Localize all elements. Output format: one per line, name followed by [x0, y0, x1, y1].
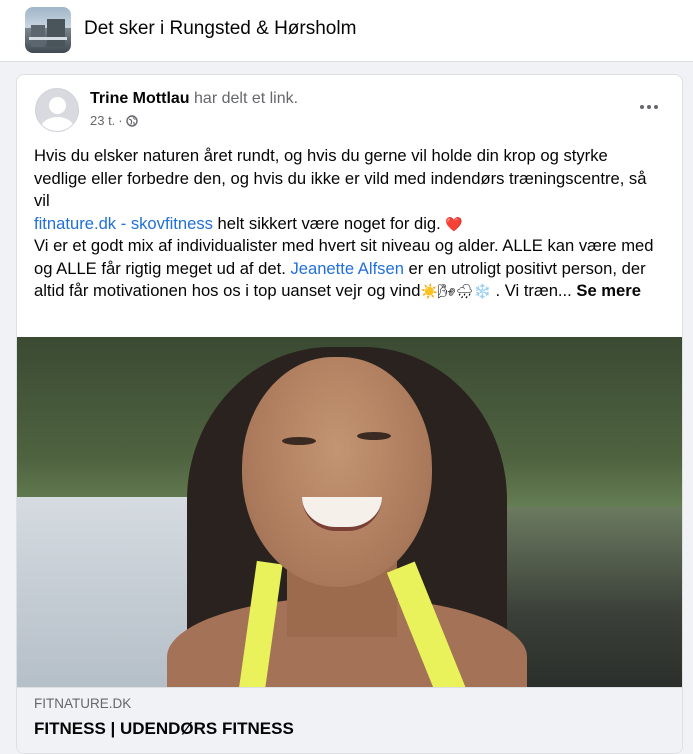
heart-emoji: ❤️	[445, 215, 463, 232]
link-preview-image[interactable]	[17, 337, 682, 687]
post-text: Hvis du elsker naturen året rundt, og hv…	[34, 145, 659, 303]
post-text-line2: helt sikkert være noget for dig.	[212, 213, 446, 233]
post-author-line: Trine Mottlau har delt et link.	[90, 90, 298, 108]
see-more-link[interactable]: Se mere	[576, 281, 641, 300]
fitnature-link[interactable]: fitnature.dk - skovfitness	[34, 214, 213, 233]
post-text-para2-end: . Vi træn...	[490, 281, 577, 300]
group-title[interactable]: Det sker i Rungsted & Hørsholm	[84, 18, 356, 40]
link-preview-caption[interactable]: FITNATURE.DK FITNESS | UDENDØRS FITNESS	[17, 687, 682, 753]
group-cover-thumbnail[interactable]	[25, 7, 71, 53]
more-options-icon	[640, 105, 644, 109]
mention-jeanette[interactable]: Jeanette Alfsen	[290, 259, 403, 278]
more-options-button[interactable]	[634, 97, 664, 117]
group-header: Det sker i Rungsted & Hørsholm	[0, 0, 693, 62]
avatar[interactable]	[35, 88, 79, 132]
post-card: Trine Mottlau har delt et link. 23 t. · …	[16, 74, 683, 754]
globe-icon	[125, 114, 138, 127]
link-domain: FITNATURE.DK	[34, 696, 132, 711]
post-text-line1: Hvis du elsker naturen året rundt, og hv…	[34, 146, 647, 210]
post-meta: 23 t. ·	[90, 113, 138, 128]
meta-separator: ·	[118, 113, 123, 128]
author-name[interactable]: Trine Mottlau	[90, 90, 190, 107]
weather-emojis: ☀️🌬🌧❄️	[420, 283, 491, 299]
post-timestamp[interactable]: 23 t.	[90, 113, 115, 128]
link-title[interactable]: FITNESS | UDENDØRS FITNESS	[34, 719, 667, 739]
author-action: har delt et link.	[194, 90, 299, 107]
